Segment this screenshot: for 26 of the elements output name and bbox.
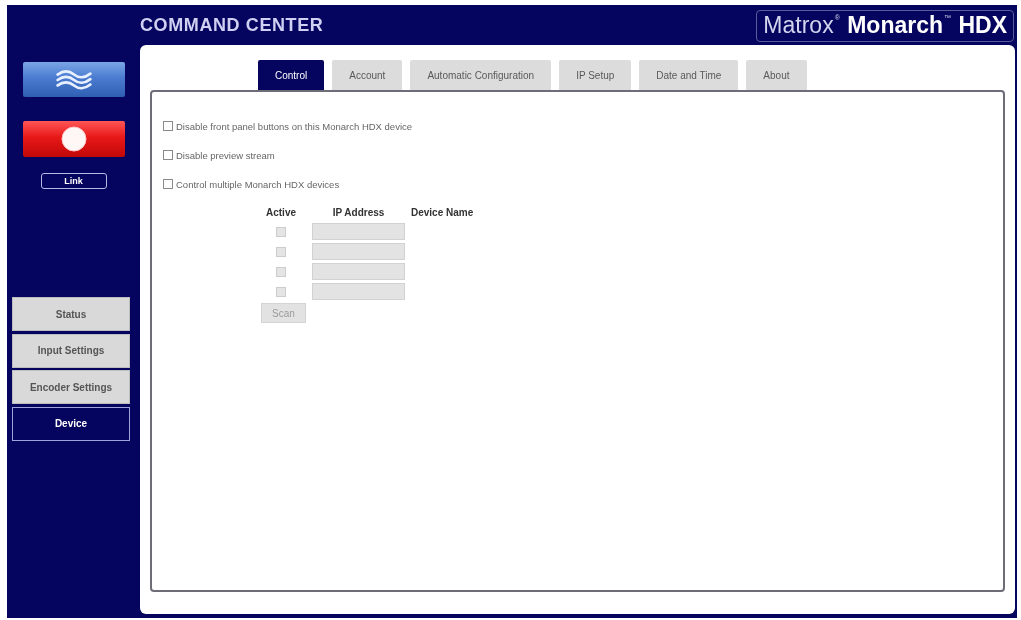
record-icon [60, 126, 87, 152]
record-button[interactable] [22, 121, 125, 157]
waves-icon [53, 67, 94, 92]
checkbox[interactable] [163, 150, 173, 160]
checkbox[interactable] [163, 179, 173, 189]
tab[interactable]: Account [332, 60, 403, 90]
column-header: IP Address [332, 207, 385, 218]
checkbox-label: Disable preview stream [176, 149, 275, 161]
nav-button[interactable]: Status [12, 297, 130, 331]
nav-button[interactable]: Device [12, 406, 130, 441]
checkbox-label: Disable front panel buttons on this Monarch HDX device [176, 120, 413, 132]
tab[interactable]: Date and Time [639, 60, 739, 90]
checkbox-label: Control multiple Monarch HDX devices [176, 178, 340, 190]
tab[interactable]: About [746, 60, 807, 90]
tab[interactable]: Control [258, 60, 325, 90]
nav-button[interactable]: Encoder Settings [12, 370, 130, 404]
app-title: COMMAND CENTER [140, 14, 324, 36]
column-header: Device Name [411, 207, 474, 218]
tab[interactable]: IP Setup [559, 60, 632, 90]
tab[interactable]: Automatic Configuration [410, 60, 552, 90]
checkbox[interactable] [163, 121, 173, 131]
nav-button[interactable]: Input Settings [12, 333, 130, 368]
product-logo: Matrox$^{®}$ Monarch$^{™}$ HDX [756, 10, 1014, 42]
link-button[interactable]: Link [40, 173, 107, 189]
waves-button[interactable] [22, 62, 125, 97]
column-header: Active [266, 207, 296, 218]
